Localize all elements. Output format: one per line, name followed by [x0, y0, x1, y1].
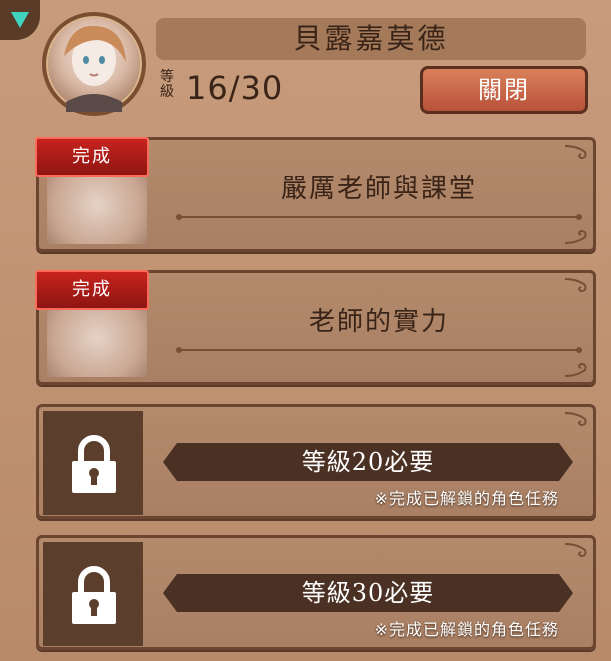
locked-quest-card[interactable]: 等級20必要 ※完成已解鎖的角色任務 — [36, 404, 596, 519]
character-quest-panel: 貝露嘉莫德 等級 16/30 關閉 完成 嚴厲老師與課堂 完成 老師的實力 等級… — [0, 0, 611, 661]
ornament-icon — [564, 543, 587, 558]
ornament-icon — [564, 362, 587, 377]
character-avatar — [42, 12, 146, 116]
ornament-icon — [564, 145, 587, 160]
complete-badge: 完成 — [35, 137, 149, 177]
requirement-banner: 等級20必要 — [163, 443, 573, 481]
close-button[interactable]: 關閉 — [420, 66, 588, 114]
quest-card[interactable]: 完成 老師的實力 — [35, 270, 596, 385]
collapse-button[interactable] — [0, 0, 40, 40]
quest-title: 老師的實力 — [308, 307, 449, 337]
ornament-icon — [564, 229, 587, 244]
lock-icon — [72, 566, 116, 624]
ornament-icon — [564, 278, 587, 293]
chevron-down-icon — [11, 12, 29, 28]
character-portrait — [64, 25, 126, 112]
requirement-banner: 等級30必要 — [163, 574, 573, 612]
divider — [176, 347, 582, 353]
lock-slot — [43, 411, 143, 515]
level-label: 等級 — [160, 69, 174, 100]
requirement-note: ※完成已解鎖的角色任務 — [374, 620, 559, 639]
ornament-icon — [564, 412, 587, 427]
quest-title: 嚴厲老師與課堂 — [280, 174, 477, 204]
requirement-note: ※完成已解鎖的角色任務 — [374, 489, 559, 508]
lock-slot — [43, 542, 143, 646]
divider — [176, 214, 582, 220]
level-value: 16/30 — [186, 69, 284, 107]
locked-quest-card[interactable]: 等級30必要 ※完成已解鎖的角色任務 — [36, 535, 596, 650]
complete-badge: 完成 — [35, 270, 149, 310]
character-name: 貝露嘉莫德 — [156, 18, 586, 60]
quest-card[interactable]: 完成 嚴厲老師與課堂 — [35, 137, 596, 252]
lock-icon — [72, 435, 116, 493]
